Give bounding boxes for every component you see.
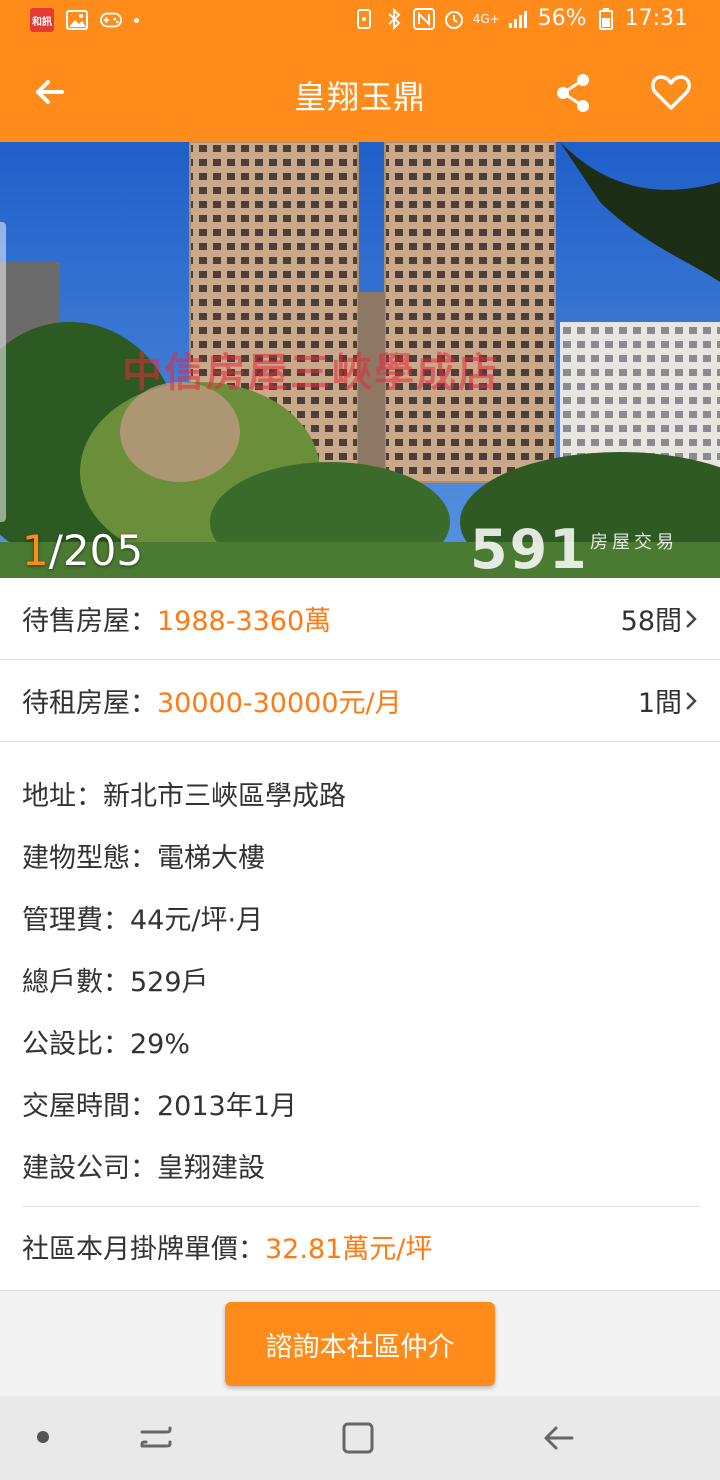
agency-watermark: 中信房屋三峽學成店 bbox=[122, 350, 500, 396]
divider bbox=[22, 1206, 700, 1207]
info-delivery-date: 交屋時間：2013年1月 bbox=[22, 1091, 297, 1122]
system-nav-bar bbox=[0, 1396, 720, 1480]
monthly-price-value: 32.81萬元/坪 bbox=[265, 1234, 433, 1265]
back-nav-icon[interactable] bbox=[538, 1418, 578, 1458]
for-sale-label: 待售房屋： bbox=[22, 606, 157, 637]
app-notification-icon: 和訊 bbox=[30, 8, 54, 32]
consult-agent-button[interactable]: 諮詢本社區仲介 bbox=[225, 1302, 495, 1386]
info-developer: 建設公司：皇翔建設 bbox=[22, 1153, 265, 1184]
photo-total: /205 bbox=[48, 526, 144, 575]
game-controller-icon bbox=[100, 9, 122, 31]
home-icon[interactable] bbox=[338, 1418, 378, 1458]
for-sale-count-text: 58間 bbox=[620, 606, 682, 637]
for-rent-price-range: 30000-30000元/月 bbox=[157, 688, 402, 719]
vibrate-icon bbox=[353, 8, 375, 30]
for-rent-label: 待租房屋： bbox=[22, 688, 157, 719]
for-rent-count: 1間 bbox=[638, 681, 698, 720]
info-address: 地址：新北市三峽區學成路 bbox=[22, 781, 346, 812]
info-building-type: 建物型態：電梯大樓 bbox=[22, 843, 265, 874]
for-rent-count-text: 1間 bbox=[637, 688, 682, 719]
for-sale-count: 58間 bbox=[621, 599, 698, 638]
more-notifications-dot bbox=[134, 17, 139, 23]
heart-icon[interactable] bbox=[648, 70, 694, 116]
community-info: 地址：新北市三峽區學成路 建物型態：電梯大樓 管理費：44元/坪·月 總戶數：5… bbox=[22, 766, 702, 1200]
battery-icon bbox=[595, 7, 617, 30]
brand-watermark-sub: 房屋交易 bbox=[590, 532, 678, 553]
info-public-ratio: 公設比：29% bbox=[22, 1029, 191, 1060]
for-sale-row[interactable]: 待售房屋： 1988-3360萬 58間 bbox=[0, 578, 720, 660]
share-icon[interactable] bbox=[550, 70, 596, 116]
page-title: 皇翔玉鼎 bbox=[293, 78, 426, 116]
nfc-icon bbox=[412, 7, 435, 30]
info-management-fee: 管理費：44元/坪·月 bbox=[22, 905, 264, 936]
monthly-listing-price: 社區本月掛牌單價：32.81萬元/坪 bbox=[22, 1222, 432, 1278]
status-bar: 和訊 4G+ 56% 17:31 bbox=[0, 0, 720, 44]
battery-percent: 56% bbox=[537, 6, 587, 31]
info-total-units: 總戶數：529戶 bbox=[22, 967, 209, 998]
photo-current-index: 1 bbox=[22, 526, 49, 575]
clock-time: 17:31 bbox=[624, 6, 688, 31]
for-sale-price-range: 1988-3360萬 bbox=[157, 606, 332, 637]
brand-watermark: 591 bbox=[470, 518, 589, 578]
network-type-label: 4G+ bbox=[472, 11, 500, 26]
for-rent-row[interactable]: 待租房屋： 30000-30000元/月 1間 bbox=[0, 660, 720, 742]
side-panel-handle[interactable] bbox=[0, 222, 6, 522]
recent-apps-icon[interactable] bbox=[136, 1418, 176, 1458]
bluetooth-icon bbox=[383, 7, 405, 30]
chevron-right-icon bbox=[686, 691, 697, 710]
alarm-icon bbox=[443, 8, 465, 30]
building-photo-carousel[interactable]: 中信房屋三峽學成店 591 房屋交易 1/205 bbox=[0, 142, 720, 578]
gallery-icon bbox=[66, 9, 88, 31]
signal-icon bbox=[508, 8, 530, 30]
chevron-right-icon bbox=[686, 609, 697, 628]
photo-counter: 1/205 bbox=[22, 526, 143, 575]
nav-dot-icon[interactable] bbox=[37, 1431, 49, 1443]
app-bar: 皇翔玉鼎 bbox=[0, 44, 720, 142]
monthly-price-label: 社區本月掛牌單價： bbox=[22, 1234, 265, 1265]
